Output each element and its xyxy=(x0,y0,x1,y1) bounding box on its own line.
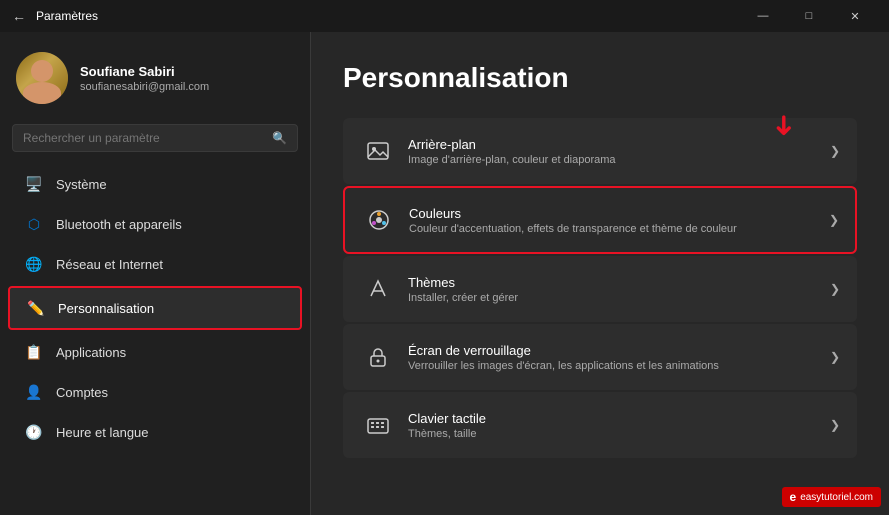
settings-item-text: Écran de verrouillage Verrouiller les im… xyxy=(408,343,822,372)
watermark-text: easytutoriel.com xyxy=(800,492,873,503)
apps-icon: 📋 xyxy=(24,342,44,362)
chevron-right-icon: ❯ xyxy=(830,144,840,158)
search-icon: 🔍 xyxy=(272,131,287,145)
settings-item-themes[interactable]: Thèmes Installer, créer et gérer ❯ xyxy=(343,256,857,322)
settings-item-desc: Image d'arrière-plan, couleur et diapora… xyxy=(408,154,822,166)
avatar xyxy=(16,52,68,104)
time-icon: 🕐 xyxy=(24,422,44,442)
nav-list: 🖥️ Système ⬡ Bluetooth et appareils 🌐 Ré… xyxy=(0,164,310,452)
sidebar-item-accounts[interactable]: 👤 Comptes xyxy=(8,372,302,412)
minimize-button[interactable]: — xyxy=(741,0,785,32)
chevron-right-icon: ❯ xyxy=(830,282,840,296)
settings-item-text: Couleurs Couleur d'accentuation, effets … xyxy=(409,206,821,235)
user-name: Soufiane Sabiri xyxy=(80,64,209,79)
keyboard-icon xyxy=(360,407,396,443)
lockscreen-icon xyxy=(360,339,396,375)
app-body: Soufiane Sabiri soufianesabiri@gmail.com… xyxy=(0,32,889,515)
sidebar-item-label: Comptes xyxy=(56,385,108,400)
window-controls: — □ ✕ xyxy=(741,0,877,32)
settings-item-desc: Couleur d'accentuation, effets de transp… xyxy=(409,223,821,235)
colors-icon xyxy=(361,202,397,238)
sidebar-item-network[interactable]: 🌐 Réseau et Internet xyxy=(8,244,302,284)
system-icon: 🖥️ xyxy=(24,174,44,194)
settings-item-desc: Verrouiller les images d'écran, les appl… xyxy=(408,360,822,372)
sidebar-item-personalization[interactable]: ✏️ Personnalisation ➜ xyxy=(8,286,302,330)
sidebar-item-bluetooth[interactable]: ⬡ Bluetooth et appareils xyxy=(8,204,302,244)
back-button[interactable]: ← xyxy=(12,8,26,24)
chevron-right-icon: ❯ xyxy=(830,418,840,432)
user-info: Soufiane Sabiri soufianesabiri@gmail.com xyxy=(80,64,209,93)
settings-item-text: Arrière-plan Image d'arrière-plan, coule… xyxy=(408,137,822,166)
titlebar: ← Paramètres — □ ✕ xyxy=(0,0,889,32)
settings-item-name: Clavier tactile xyxy=(408,411,822,426)
settings-item-desc: Installer, créer et gérer xyxy=(408,292,822,304)
close-button[interactable]: ✕ xyxy=(833,0,877,32)
background-icon xyxy=(360,133,396,169)
settings-item-touch-keyboard[interactable]: Clavier tactile Thèmes, taille ❯ xyxy=(343,392,857,458)
chevron-right-icon: ❯ xyxy=(830,350,840,364)
window-title: Paramètres xyxy=(36,9,741,23)
sidebar-item-label: Heure et langue xyxy=(56,425,149,440)
sidebar-item-label: Bluetooth et appareils xyxy=(56,217,182,232)
user-email: soufianesabiri@gmail.com xyxy=(80,81,209,93)
watermark: e easytutoriel.com xyxy=(782,487,882,507)
settings-item-lockscreen[interactable]: Écran de verrouillage Verrouiller les im… xyxy=(343,324,857,390)
settings-list: ➜ Arrière-plan Image d'arrière-plan, cou… xyxy=(343,118,857,458)
search-input[interactable] xyxy=(23,131,264,145)
watermark-icon: e xyxy=(790,490,797,504)
sidebar-item-label: Applications xyxy=(56,345,126,360)
sidebar-item-system[interactable]: 🖥️ Système xyxy=(8,164,302,204)
themes-icon xyxy=(360,271,396,307)
settings-item-text: Thèmes Installer, créer et gérer xyxy=(408,275,822,304)
page-title: Personnalisation xyxy=(343,62,857,94)
main-content: Personnalisation ➜ Arrière-plan Image d'… xyxy=(311,32,889,515)
settings-item-name: Arrière-plan xyxy=(408,137,822,152)
personalization-icon: ✏️ xyxy=(26,298,46,318)
search-box[interactable]: 🔍 xyxy=(12,124,298,152)
sidebar: Soufiane Sabiri soufianesabiri@gmail.com… xyxy=(0,32,310,515)
sidebar-item-label: Personnalisation xyxy=(58,301,154,316)
network-icon: 🌐 xyxy=(24,254,44,274)
settings-item-desc: Thèmes, taille xyxy=(408,428,822,440)
settings-item-name: Thèmes xyxy=(408,275,822,290)
sidebar-item-apps[interactable]: 📋 Applications xyxy=(8,332,302,372)
settings-item-name: Écran de verrouillage xyxy=(408,343,822,358)
settings-item-colors[interactable]: Couleurs Couleur d'accentuation, effets … xyxy=(343,186,857,254)
maximize-button[interactable]: □ xyxy=(787,0,831,32)
sidebar-item-label: Système xyxy=(56,177,107,192)
settings-item-background[interactable]: ➜ Arrière-plan Image d'arrière-plan, cou… xyxy=(343,118,857,184)
settings-item-name: Couleurs xyxy=(409,206,821,221)
user-profile[interactable]: Soufiane Sabiri soufianesabiri@gmail.com xyxy=(0,32,310,120)
red-arrow-down: ➜ xyxy=(768,114,801,137)
chevron-right-icon: ❯ xyxy=(829,213,839,227)
sidebar-item-time[interactable]: 🕐 Heure et langue xyxy=(8,412,302,452)
accounts-icon: 👤 xyxy=(24,382,44,402)
bluetooth-icon: ⬡ xyxy=(24,214,44,234)
sidebar-item-label: Réseau et Internet xyxy=(56,257,163,272)
search-container: 🔍 xyxy=(0,120,310,164)
settings-item-text: Clavier tactile Thèmes, taille xyxy=(408,411,822,440)
